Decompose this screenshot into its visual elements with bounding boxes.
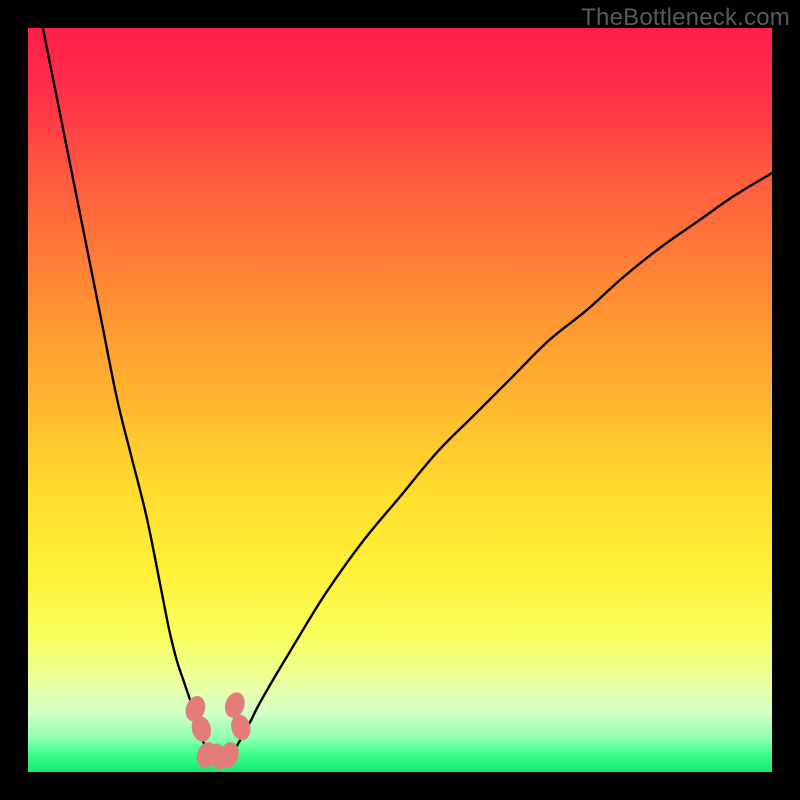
watermark-text: TheBottleneck.com <box>581 4 790 32</box>
bottleneck-chart <box>28 28 772 772</box>
chart-frame <box>28 28 772 772</box>
gradient-background <box>28 28 772 772</box>
